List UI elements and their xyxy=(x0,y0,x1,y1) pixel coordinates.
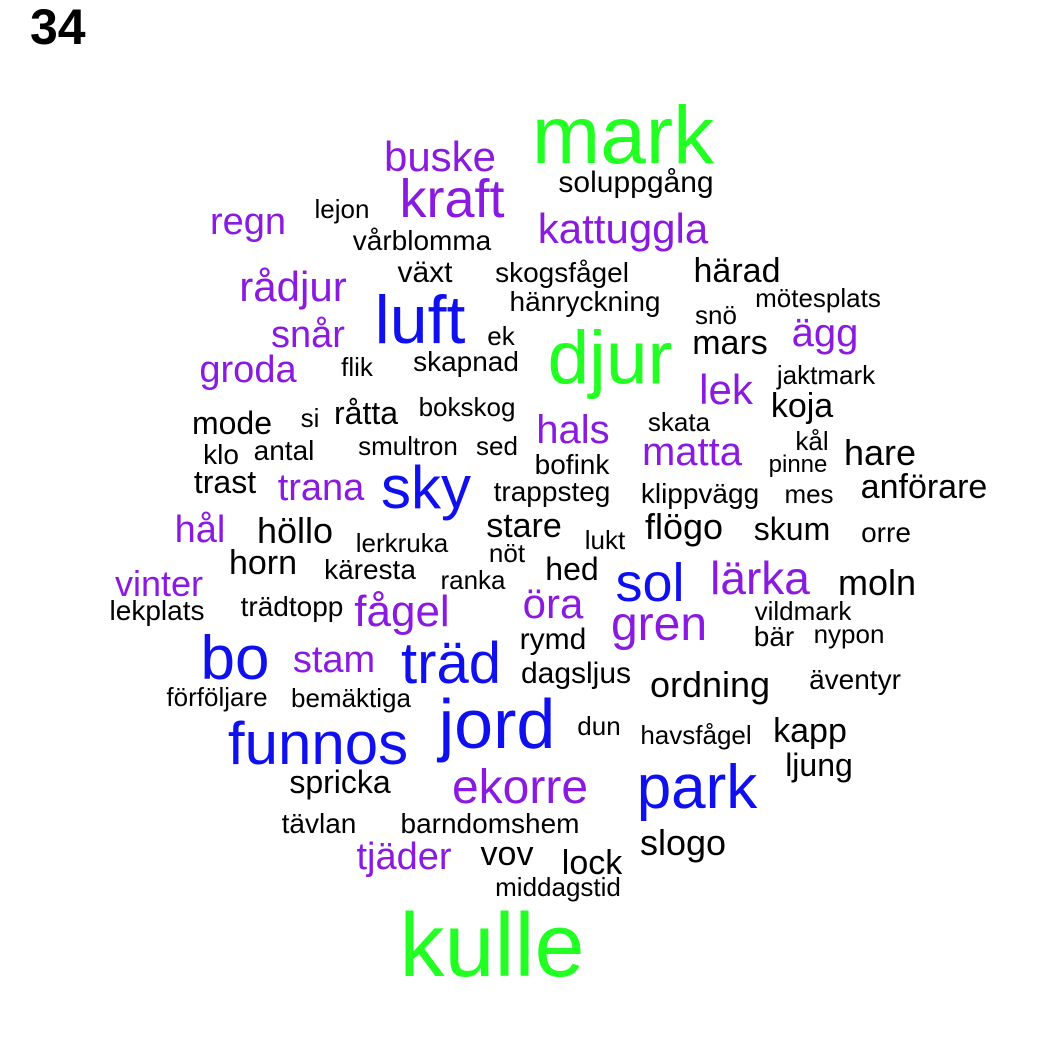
cloud-word: trappsteg xyxy=(493,476,611,507)
cloud-word: nöt xyxy=(488,538,526,568)
cloud-word: lärka xyxy=(710,552,810,604)
cloud-word: koja xyxy=(770,387,834,425)
cloud-word: öra xyxy=(522,580,584,627)
cloud-word: jord xyxy=(438,685,556,763)
cloud-word: slogo xyxy=(639,822,727,863)
cloud-word: växt xyxy=(397,256,453,289)
cloud-word: sed xyxy=(476,431,518,461)
cloud-word: rådjur xyxy=(239,263,347,310)
cloud-word: ordning xyxy=(649,664,771,705)
cloud-word: middagstid xyxy=(495,872,621,902)
cloud-word: trädtopp xyxy=(240,591,344,622)
cloud-word: ranka xyxy=(440,565,506,595)
cloud-word: groda xyxy=(199,349,297,391)
cloud-word: dun xyxy=(577,711,621,741)
cloud-word: luft xyxy=(374,282,466,358)
cloud-word: rymd xyxy=(519,623,587,656)
cloud-word: lukt xyxy=(584,525,626,555)
cloud-word: horn xyxy=(228,544,298,582)
cloud-word: skogsfågel xyxy=(495,257,629,288)
cloud-word: regn xyxy=(209,201,287,243)
cloud-word: hals xyxy=(536,408,610,452)
cloud-word: bo xyxy=(200,624,270,693)
cloud-word: matta xyxy=(641,430,743,474)
cloud-word: hed xyxy=(545,551,599,587)
cloud-word: djur xyxy=(547,315,673,400)
cloud-word: soluppgång xyxy=(558,166,714,199)
cloud-word: tävlan xyxy=(281,808,357,839)
cloud-word: lejon xyxy=(314,194,370,224)
cloud-word: klippvägg xyxy=(640,478,760,509)
cloud-word: havsfågel xyxy=(640,720,752,750)
cloud-word: lerkruka xyxy=(355,528,449,558)
cloud-word: kraft xyxy=(399,169,505,229)
cloud-word: förföljare xyxy=(166,682,268,712)
cloud-word: kulle xyxy=(399,896,585,996)
cloud-word: råtta xyxy=(333,395,399,431)
cloud-word: lekplats xyxy=(109,595,205,626)
cloud-word: flögo xyxy=(644,506,724,547)
cloud-word: ekorre xyxy=(451,761,589,814)
cloud-word: hänryckning xyxy=(509,286,661,317)
cloud-word: park xyxy=(636,753,758,822)
cloud-word: dagsljus xyxy=(520,657,632,690)
cloud-word: kapp xyxy=(773,712,847,750)
word-cloud: mark kulle djur luft sky sol bo träd jord funnos p… xyxy=(0,0,1050,1050)
cloud-word: pinne xyxy=(768,451,828,478)
cloud-word: skum xyxy=(753,511,831,547)
cloud-word: mes xyxy=(784,479,834,509)
cloud-word: äventyr xyxy=(809,664,901,695)
cloud-word: nypon xyxy=(813,619,885,649)
cloud-word: trast xyxy=(193,464,257,500)
cloud-word: barndomshem xyxy=(400,808,580,839)
cloud-word: trana xyxy=(277,467,365,509)
cloud-word: mars xyxy=(692,324,768,362)
cloud-word: lek xyxy=(699,366,753,413)
cloud-word: mötesplats xyxy=(755,283,881,313)
cloud-word: bär xyxy=(753,621,795,652)
cloud-word: stam xyxy=(292,639,376,681)
cloud-word: hare xyxy=(843,432,917,473)
cloud-word: gren xyxy=(610,598,708,651)
cloud-word: käresta xyxy=(324,554,416,585)
cloud-word: tjäder xyxy=(356,836,452,878)
cloud-word: sky xyxy=(381,454,471,521)
cloud-word: kattuggla xyxy=(537,205,709,252)
cloud-word: flik xyxy=(341,352,373,382)
cloud-word: smultron xyxy=(358,431,458,461)
cloud-word: fågel xyxy=(354,587,450,636)
cloud-word: orre xyxy=(861,517,911,548)
cloud-word: ägg xyxy=(791,311,859,355)
cloud-word: si xyxy=(300,403,320,433)
cloud-word: spricka xyxy=(289,764,391,800)
cloud-word: mark xyxy=(531,90,715,181)
cloud-word: skata xyxy=(647,407,711,437)
cloud-word: bofink xyxy=(534,449,610,480)
cloud-word: vårblomma xyxy=(352,225,492,256)
cloud-word: ljung xyxy=(785,747,853,783)
cloud-word: skapnad xyxy=(413,346,519,377)
cloud-word: jaktmark xyxy=(776,360,876,390)
cloud-word: vov xyxy=(480,835,534,873)
cloud-word: anförare xyxy=(860,468,988,506)
cloud-word: hål xyxy=(174,509,226,551)
cloud-word: bemäktiga xyxy=(291,683,411,713)
cloud-word: antal xyxy=(253,435,315,466)
cloud-word: bokskog xyxy=(418,392,516,422)
word-cloud-page: 34 mark kulle djur luft sky sol bo träd jord funn… xyxy=(0,0,1050,1050)
